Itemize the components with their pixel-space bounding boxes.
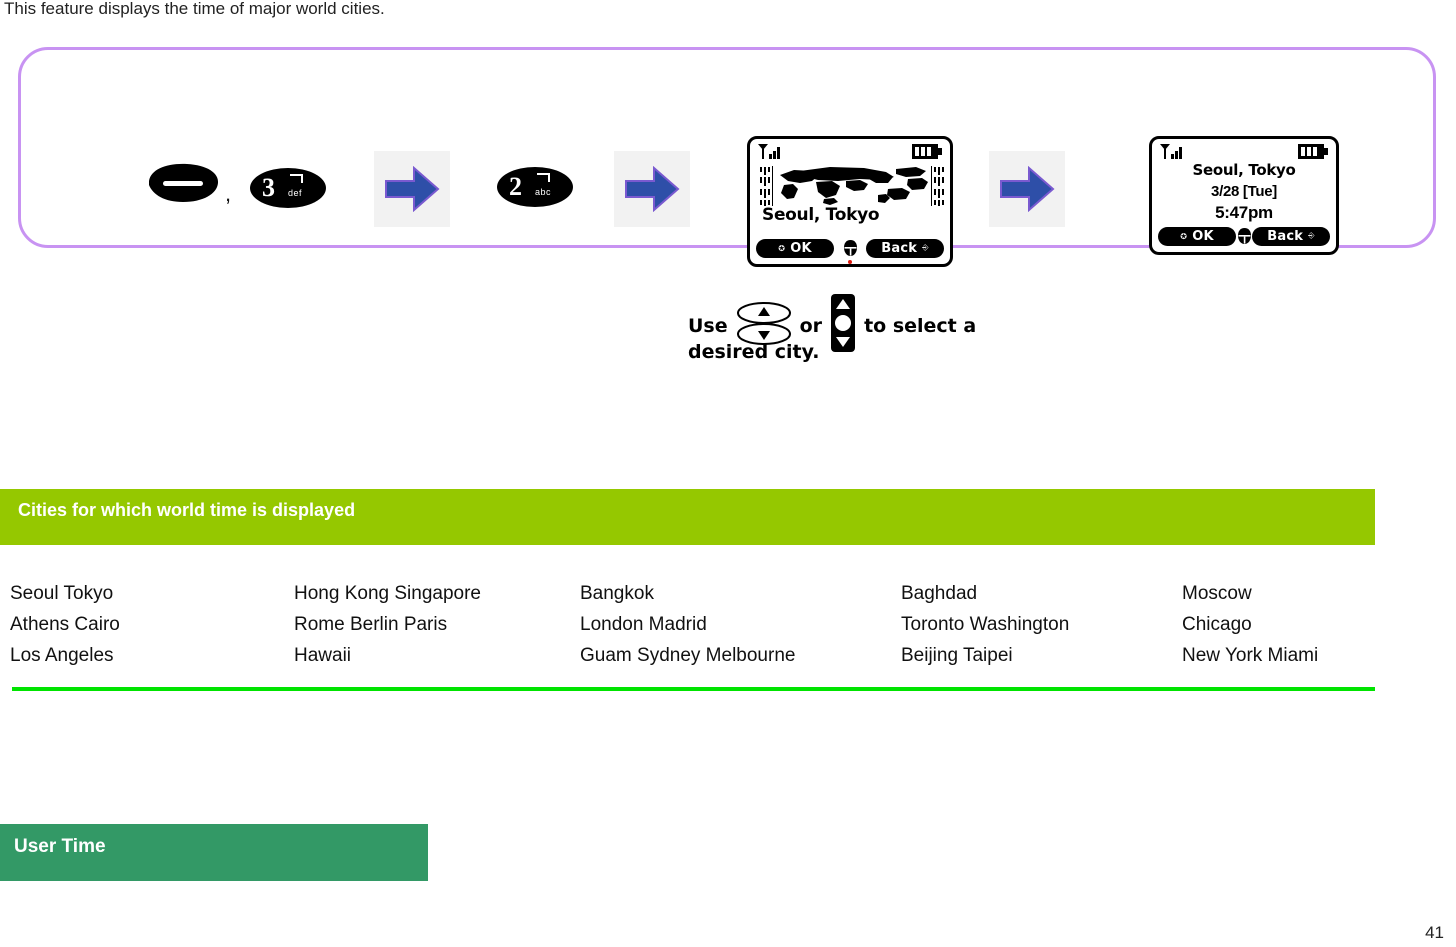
phone1-city-label: Seoul, Tokyo	[762, 205, 880, 225]
user-time-section-title: User Time	[14, 836, 106, 857]
cities-cell: Chicago	[1182, 614, 1252, 635]
key-2-digit: 2	[509, 172, 522, 201]
phone2-date-label: 3/28 [Tue]	[1211, 183, 1277, 200]
ok-softkey-label: OK	[790, 240, 812, 256]
key-3-def: 3 def	[250, 168, 326, 208]
cities-column-2: Hong Kong Singapore Rome Berlin Paris Ha…	[294, 578, 481, 671]
dash-key-icon	[141, 163, 219, 203]
phone2-time-label: 5:47pm	[1215, 203, 1273, 222]
instruction-word-or: or	[799, 314, 823, 337]
right-arrow-icon	[374, 151, 450, 227]
cities-cell: Seoul Tokyo	[10, 583, 114, 604]
phone1-softkey-bar: ✪ OK Back ⎆	[756, 238, 944, 258]
intro-text: This feature displays the time of major …	[4, 0, 385, 18]
cities-column-5: Moscow Chicago New York Miami	[1182, 578, 1318, 671]
cities-column-1: Seoul Tokyo Athens Cairo Los Angeles	[10, 578, 120, 671]
key-separator: ,	[225, 181, 232, 206]
cities-column-3: Bangkok London Madrid Guam Sydney Melbou…	[580, 578, 795, 671]
cities-cell: Los Angeles	[10, 645, 114, 666]
instruction-line-2: desired city.	[688, 341, 820, 363]
cities-cell: Guam Sydney Melbourne	[580, 645, 796, 666]
cities-cell: Rome Berlin Paris	[294, 614, 448, 635]
navigation-key-icon	[843, 239, 858, 257]
back-softkey-button[interactable]: Back ⎆	[866, 238, 944, 258]
right-softkey-glyph-icon: ⎆	[922, 243, 929, 252]
navigation-pad-icon	[830, 293, 856, 358]
right-arrow-icon	[989, 151, 1065, 227]
left-softkey-glyph-icon: ✪	[778, 243, 786, 253]
status-bar	[758, 143, 942, 161]
instruction-tail: to select a	[864, 314, 977, 337]
screen-indicator-dot	[848, 260, 852, 264]
navigation-key-icon	[1237, 227, 1252, 245]
instruction-word-use: Use	[688, 314, 728, 337]
cities-cell: Beijing Taipei	[901, 645, 1013, 666]
key-3-digit: 3	[262, 173, 275, 202]
ok-softkey-label: OK	[1192, 228, 1214, 244]
cities-cell: Bangkok	[580, 583, 654, 604]
right-softkey-glyph-icon: ⎆	[1308, 231, 1315, 240]
phone-screen-time: Seoul, Tokyo 3/28 [Tue] 5:47pm ✪ OK Back	[1149, 136, 1339, 255]
cities-cell: London Madrid	[580, 614, 707, 635]
key-sequence-panel: , 3 def 2 abc Seoul, Tokyo ✪ OK Back ⎆ S…	[18, 47, 1436, 267]
phone2-softkey-bar: ✪ OK Back ⎆	[1158, 226, 1330, 246]
left-softkey-glyph-icon: ✪	[1180, 231, 1188, 241]
phone-screen-map: Seoul, Tokyo ✪ OK Back ⎆	[747, 136, 953, 267]
key-2-abc: 2 abc	[497, 167, 573, 207]
ok-softkey-button[interactable]: ✪ OK	[756, 238, 834, 258]
back-softkey-label: Back	[1267, 228, 1304, 244]
world-map-icon	[760, 165, 944, 207]
cities-column-4: Baghdad Toronto Washington Beijing Taipe…	[901, 578, 1069, 671]
back-softkey-button[interactable]: Back ⎆	[1252, 226, 1330, 246]
instruction-callout: Use or to select a desired city.	[688, 285, 988, 375]
phone2-city-label: Seoul, Tokyo	[1192, 161, 1296, 179]
page-number: 41	[1425, 923, 1444, 942]
user-time-section-header: User Time	[0, 824, 428, 881]
key-sequence-strip: , 3 def 2 abc Seoul, Tokyo ✪ OK Back ⎆ S…	[21, 50, 1433, 267]
key-3-sublabel: def	[288, 188, 303, 198]
dash-key-glyph	[163, 181, 203, 186]
battery-full-icon	[912, 144, 942, 164]
cities-cell: Hong Kong Singapore	[294, 583, 481, 604]
cities-cell: Toronto Washington	[901, 614, 1070, 635]
cities-cell: New York Miami	[1182, 645, 1319, 666]
back-softkey-label: Back	[881, 240, 918, 256]
cities-cell: Athens Cairo	[10, 614, 120, 635]
key-3-tick-icon	[290, 174, 303, 183]
signal-bars-icon	[758, 143, 784, 165]
right-arrow-icon	[614, 151, 690, 227]
key-2-sublabel: abc	[535, 187, 552, 197]
ok-softkey-button[interactable]: ✪ OK	[1158, 226, 1236, 246]
cities-cell: Moscow	[1182, 583, 1252, 604]
key-2-tick-icon	[537, 173, 550, 182]
cities-section-header: Cities for which world time is displayed	[0, 489, 1375, 545]
cities-cell: Hawaii	[294, 645, 352, 666]
section-divider	[12, 687, 1375, 691]
cities-section-title: Cities for which world time is displayed	[18, 500, 356, 520]
status-bar	[1160, 143, 1328, 161]
cities-cell: Baghdad	[901, 583, 978, 604]
